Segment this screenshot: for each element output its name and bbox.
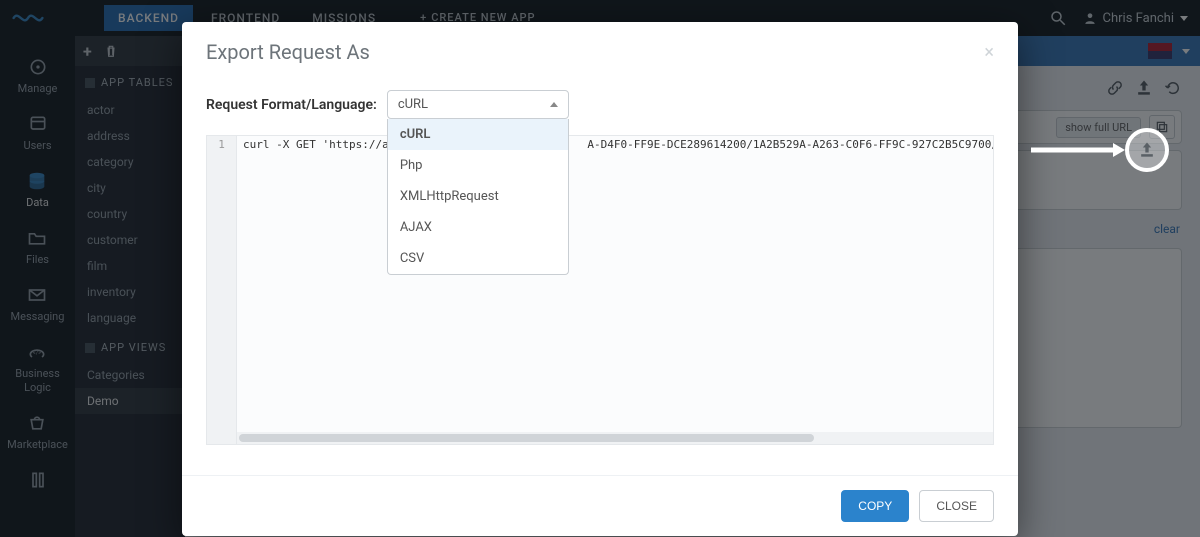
line-number: 1 [207,136,236,151]
export-request-modal: Export Request As × Request Format/Langu… [182,22,1018,536]
format-option[interactable]: CSV [388,243,568,274]
format-select[interactable]: cURL [387,90,569,119]
format-selected-value: cURL [398,97,428,112]
close-icon[interactable]: × [984,42,994,63]
format-option[interactable]: cURL [388,119,568,150]
format-option[interactable]: XMLHttpRequest [388,181,568,212]
format-option[interactable]: AJAX [388,212,568,243]
close-button[interactable]: CLOSE [919,490,994,522]
format-dropdown: cURL Php XMLHttpRequest AJAX CSV [387,119,569,275]
horizontal-scrollbar[interactable] [237,432,993,444]
format-label: Request Format/Language: [206,97,377,113]
chevron-up-icon [550,102,558,107]
copy-button[interactable]: COPY [841,490,909,522]
code-line: curl -X GET 'https://ap A-D4F0-FF9E-DCE2… [243,138,994,151]
code-preview[interactable]: 1 curl -X GET 'https://ap A-D4F0-FF9E-DC… [206,135,994,445]
format-option[interactable]: Php [388,150,568,181]
modal-title: Export Request As [206,40,370,64]
